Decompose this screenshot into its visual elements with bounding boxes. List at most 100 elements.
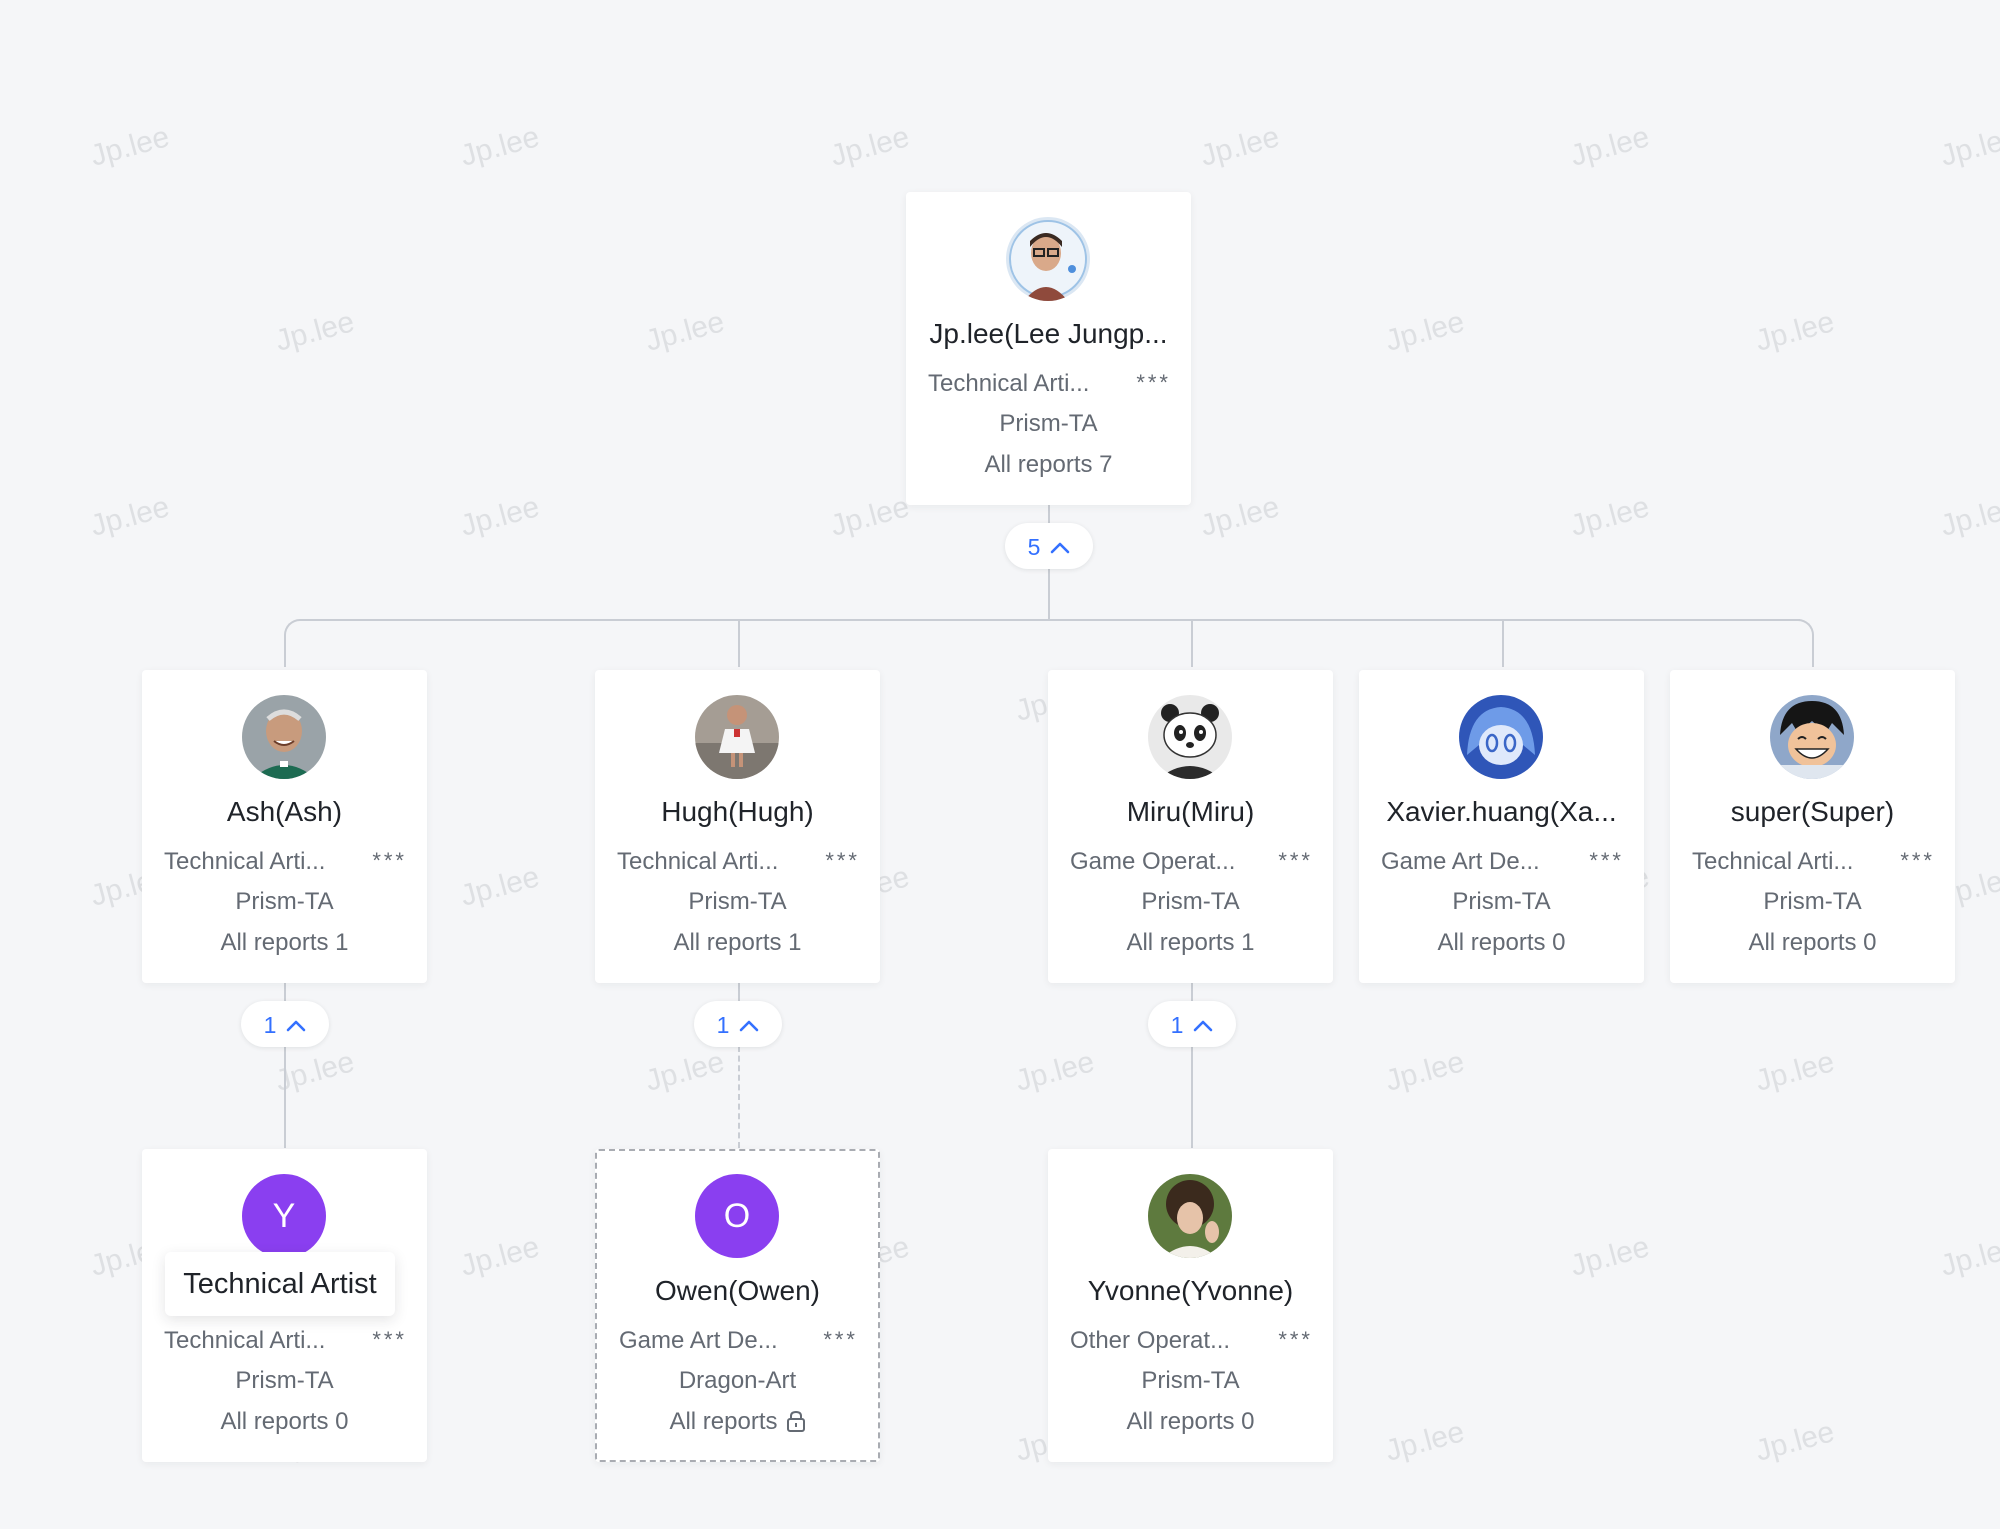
all-reports-row: All reports (597, 1408, 878, 1439)
watermark-text: Jp.lee (456, 120, 543, 173)
job-title: Technical Arti... (928, 370, 1090, 397)
expand-toggle-ash[interactable]: 1 (241, 1001, 329, 1047)
all-reports-label: All reports (669, 1408, 778, 1435)
watermark-text: Jp.lee (641, 1045, 728, 1098)
org-card-owen[interactable]: O Owen(Owen) Game Art De... *** Dragon-A… (595, 1149, 880, 1462)
watermark-text: Jp.lee (86, 490, 173, 543)
employee-name[interactable]: Xavier.huang(Xa... (1369, 796, 1634, 828)
department[interactable]: Prism-TA (1048, 888, 1333, 916)
masked-info: *** (1589, 848, 1624, 873)
chevron-up-icon (1193, 1001, 1213, 1047)
org-card-root[interactable]: Jp.lee(Lee Jungp... Technical Arti... **… (906, 192, 1191, 505)
watermark-text: Jp.lee (1936, 490, 2000, 543)
cartoon-character-avatar (1770, 695, 1854, 779)
employee-name[interactable]: Owen(Owen) (607, 1275, 868, 1307)
org-card-yvonne[interactable]: Yvonne(Yvonne) Other Operat... *** Prism… (1048, 1149, 1333, 1462)
all-reports-count: All reports 0 (1437, 929, 1566, 956)
connector-branch-xavier (1502, 619, 1504, 667)
connector-horizontal (300, 619, 1800, 621)
job-title-row: Technical Arti... *** (164, 848, 407, 876)
department[interactable]: Prism-TA (142, 1367, 427, 1395)
all-reports-count: All reports 7 (984, 451, 1113, 478)
watermark-text: Jp.lee (1751, 305, 1838, 358)
employee-name[interactable]: Hugh(Hugh) (605, 796, 870, 828)
watermark-text: Jp.lee (1751, 1045, 1838, 1098)
org-card-super[interactable]: super(Super) Technical Arti... *** Prism… (1670, 670, 1955, 983)
job-title: Game Art De... (1381, 848, 1540, 875)
masked-info: *** (825, 848, 860, 873)
watermark-text: Jp.lee (641, 305, 728, 358)
watermark-text: Jp.lee (1381, 305, 1468, 358)
watermark-text: Jp.lee (1936, 1230, 2000, 1283)
department[interactable]: Prism-TA (1670, 888, 1955, 916)
chevron-up-icon (1050, 523, 1070, 569)
all-reports-count: All reports 0 (1748, 929, 1877, 956)
expand-toggle-root[interactable]: 5 (1005, 523, 1093, 569)
person-photo-avatar (1148, 1174, 1232, 1258)
job-title: Technical Arti... (617, 848, 779, 875)
watermark-text: Jp.lee (271, 305, 358, 358)
masked-info: *** (1278, 1327, 1313, 1352)
masked-info: *** (1278, 848, 1313, 873)
lock-icon (786, 1410, 806, 1439)
department[interactable]: Prism-TA (142, 888, 427, 916)
expand-toggle-miru[interactable]: 1 (1148, 1001, 1236, 1047)
org-card-hugh[interactable]: Hugh(Hugh) Technical Arti... *** Prism-T… (595, 670, 880, 983)
job-title-row: Game Art De... *** (1381, 848, 1624, 876)
watermark-text: Jp.lee (826, 120, 913, 173)
watermark-text: Jp.lee (1566, 1230, 1653, 1283)
child-photo-avatar (695, 695, 779, 779)
watermark-text: Jp.lee (1381, 1415, 1468, 1468)
department[interactable]: Prism-TA (595, 888, 880, 916)
watermark-text: Jp.lee (1011, 1045, 1098, 1098)
anime-character-avatar (1459, 695, 1543, 779)
org-card-ash[interactable]: Ash(Ash) Technical Arti... *** Prism-TA … (142, 670, 427, 983)
employee-name[interactable]: super(Super) (1680, 796, 1945, 828)
watermark-text: Jp.lee (1381, 1045, 1468, 1098)
employee-name[interactable]: Ash(Ash) (152, 796, 417, 828)
job-title: Technical Arti... (164, 848, 326, 875)
watermark-text: Jp.lee (456, 490, 543, 543)
department[interactable]: Prism-TA (906, 410, 1191, 438)
watermark-text: Jp.lee (826, 490, 913, 543)
employee-name[interactable]: Yvonne(Yvonne) (1058, 1275, 1323, 1307)
all-reports-count: All reports 0 (220, 1408, 349, 1435)
masked-info: *** (1136, 370, 1171, 395)
job-title-row: Other Operat... *** (1070, 1327, 1313, 1355)
all-reports-count: All reports 1 (220, 929, 349, 956)
watermark-text: Jp.lee (1196, 120, 1283, 173)
employee-name[interactable]: Jp.lee(Lee Jungp... (916, 318, 1181, 350)
expand-toggle-hugh[interactable]: 1 (694, 1001, 782, 1047)
expand-count: 1 (1170, 1012, 1184, 1038)
person-photo-avatar (1006, 217, 1090, 301)
connector-branch-super (1796, 619, 1814, 667)
letter-avatar: Y (242, 1174, 326, 1258)
letter-avatar: O (695, 1174, 779, 1258)
all-reports-count: All reports 1 (1126, 929, 1255, 956)
department[interactable]: Prism-TA (1359, 888, 1644, 916)
job-title-row: Game Operat... *** (1070, 848, 1313, 876)
job-title[interactable]: Technical Arti... (164, 1327, 325, 1355)
department[interactable]: Dragon-Art (597, 1367, 878, 1395)
panda-avatar (1148, 695, 1232, 779)
watermark-text: Jp.lee (456, 1230, 543, 1283)
person-photo-avatar (242, 695, 326, 779)
job-title: Game Art De... (619, 1327, 778, 1354)
masked-info: *** (372, 1327, 407, 1352)
org-chart-canvas: Jp.lee Jp.lee Jp.lee Jp.lee Jp.lee Jp.lee Jp.l… (0, 0, 2000, 1529)
chevron-up-icon (739, 1001, 759, 1047)
org-card-xavier[interactable]: Xavier.huang(Xa... Game Art De... *** Pr… (1359, 670, 1644, 983)
connector-branch-ash (284, 619, 302, 667)
all-reports-count: All reports 1 (673, 929, 802, 956)
org-card-miru[interactable]: Miru(Miru) Game Operat... *** Prism-TA A… (1048, 670, 1333, 983)
all-reports-count: All reports 0 (1126, 1408, 1255, 1435)
expand-count: 1 (716, 1012, 730, 1038)
department[interactable]: Prism-TA (1048, 1367, 1333, 1395)
job-title: Technical Arti... (1692, 848, 1854, 875)
employee-name[interactable]: Miru(Miru) (1058, 796, 1323, 828)
watermark-text: Jp.lee (1566, 120, 1653, 173)
connector-branch-miru (1191, 619, 1193, 667)
connector-branch-hugh (738, 619, 740, 667)
job-title: Game Operat... (1070, 848, 1236, 875)
connector-hugh-down (738, 1046, 740, 1148)
